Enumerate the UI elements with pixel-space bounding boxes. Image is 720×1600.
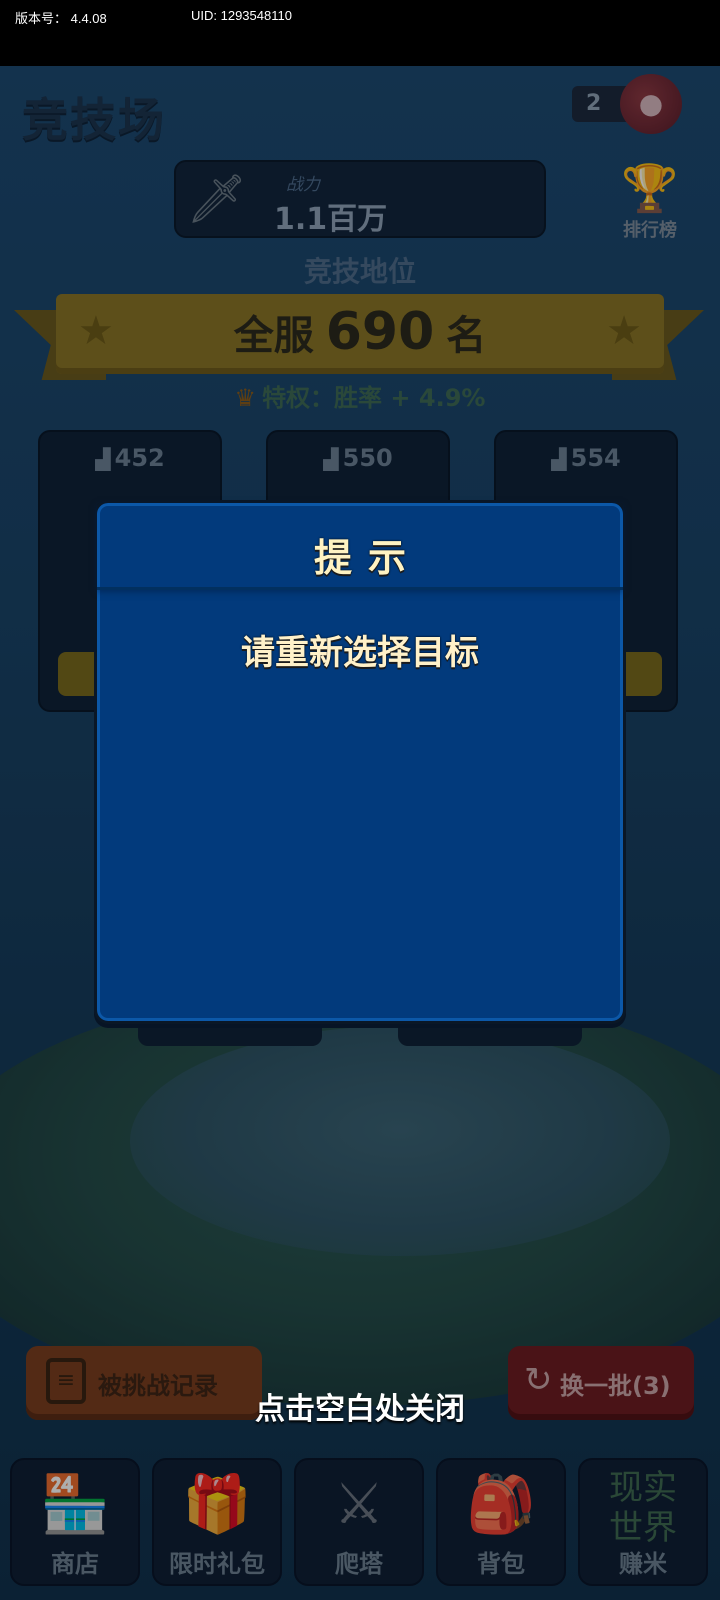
tap-to-close-hint: 点击空白处关闭	[255, 1392, 465, 1427]
status-bar: 版本号： 4.4.08 UID: 1293548110	[0, 0, 720, 66]
dialog-message: 请重新选择目标	[241, 633, 479, 673]
uid-text: UID: 1293548110	[191, 8, 292, 23]
dialog-header: 提示	[97, 503, 623, 590]
notice-dialog: 提示 请重新选择目标	[94, 500, 626, 1024]
version-text: 版本号： 4.4.08	[15, 11, 107, 26]
dialog-title: 提示	[313, 536, 422, 580]
